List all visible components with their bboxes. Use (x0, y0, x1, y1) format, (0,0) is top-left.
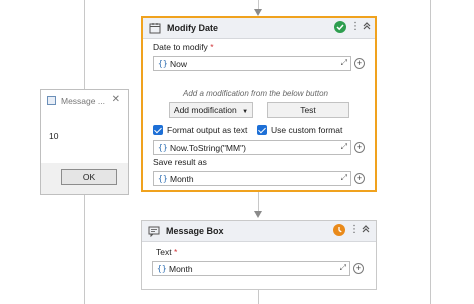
expand-editor-icon[interactable]: ⤢ (340, 263, 346, 273)
flow-connector-middle (258, 192, 259, 212)
expression-brace-icon: {} (158, 174, 168, 183)
date-to-modify-value: Now (170, 59, 188, 69)
expand-editor-icon[interactable]: ⤢ (341, 173, 347, 183)
message-box-title: Message Box (166, 226, 224, 236)
date-to-modify-label: Date to modify * (153, 42, 214, 52)
dialog-message: 10 (49, 131, 59, 141)
message-box-activity[interactable]: Message Box ⋮ Text * {} Month ⤢ + (141, 220, 377, 290)
collapse-icon[interactable] (362, 21, 372, 34)
flow-connector-bottom (258, 290, 259, 304)
modify-date-title: Modify Date (167, 23, 219, 33)
expand-editor-icon[interactable]: ⤢ (341, 58, 347, 68)
more-options-icon[interactable]: ⋮ (350, 21, 360, 33)
dropdown-arrow-icon: ▼ (242, 109, 249, 115)
expression-brace-icon: {} (158, 59, 168, 68)
save-result-plus-icon[interactable]: + (354, 173, 365, 184)
save-result-label: Save result as (153, 157, 207, 167)
use-custom-format-checkbox[interactable] (257, 125, 267, 135)
calendar-icon (149, 23, 161, 34)
dialog-app-icon (47, 96, 56, 105)
close-icon[interactable]: ✕ (112, 94, 120, 105)
text-plus-icon[interactable]: + (353, 263, 364, 274)
sequence-border-right (430, 0, 431, 304)
message-icon (148, 226, 160, 237)
format-expression-value: Now.ToString("MM") (170, 143, 246, 153)
add-modification-button[interactable]: Add modification ▼ (169, 102, 253, 118)
use-custom-format-label: Use custom format (271, 125, 343, 135)
format-plus-icon[interactable]: + (354, 142, 365, 153)
add-modification-hint: Add a modification from the below button (183, 89, 328, 98)
modify-date-header[interactable]: Modify Date ⋮ (143, 18, 375, 39)
more-options-icon[interactable]: ⋮ (349, 224, 359, 236)
message-dialog[interactable]: Message ... ✕ 10 OK (40, 89, 129, 195)
format-output-checkbox[interactable] (153, 125, 163, 135)
dialog-title: Message ... (61, 96, 105, 106)
expression-brace-icon: {} (158, 143, 168, 152)
save-result-field[interactable]: {} Month ⤢ (153, 171, 351, 186)
save-result-value: Month (170, 174, 194, 184)
text-label: Text * (156, 247, 178, 257)
expression-brace-icon: {} (157, 264, 167, 273)
modify-date-activity[interactable]: Modify Date ⋮ Date to modify * {} Now ⤢ … (141, 16, 377, 192)
date-plus-icon[interactable]: + (354, 58, 365, 69)
flow-arrow-top (254, 9, 262, 16)
format-output-label: Format output as text (167, 125, 248, 135)
format-expression-field[interactable]: {} Now.ToString("MM") ⤢ (153, 140, 351, 155)
expand-editor-icon[interactable]: ⤢ (341, 142, 347, 152)
text-field[interactable]: {} Month ⤢ (152, 261, 350, 276)
flow-arrow-middle (254, 211, 262, 218)
date-to-modify-field[interactable]: {} Now ⤢ (153, 56, 351, 71)
message-box-header[interactable]: Message Box ⋮ (142, 221, 376, 242)
success-status-icon (334, 21, 346, 33)
pending-status-icon (333, 224, 345, 236)
sequence-border-left-lower (84, 195, 85, 304)
collapse-icon[interactable] (361, 224, 371, 237)
sequence-border-left (84, 0, 85, 89)
ok-button[interactable]: OK (61, 169, 117, 185)
test-button[interactable]: Test (267, 102, 349, 118)
text-value: Month (169, 264, 193, 274)
